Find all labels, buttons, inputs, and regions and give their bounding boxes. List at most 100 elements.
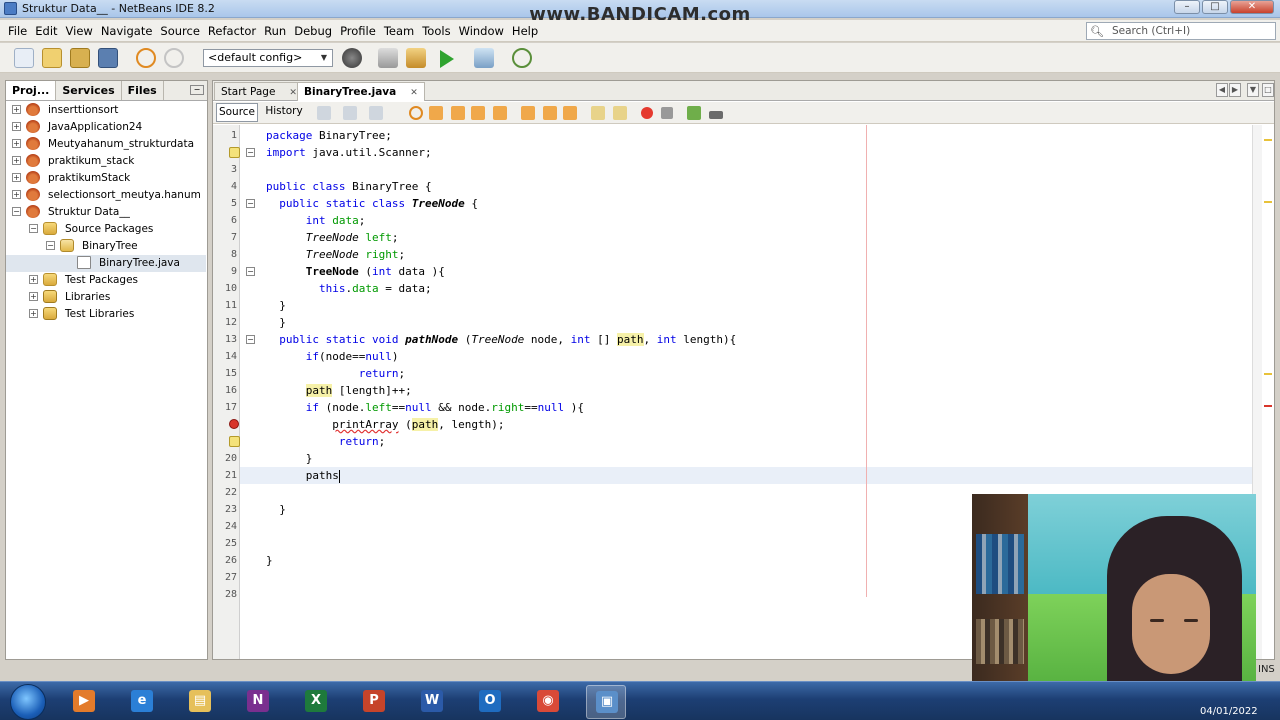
code-line[interactable]: if (node.left==null && node.right==null … (266, 399, 584, 416)
menu-edit[interactable]: Edit (31, 24, 61, 38)
tab-services[interactable]: Services (56, 81, 122, 100)
next-bookmark-icon[interactable] (543, 106, 557, 120)
tree-item[interactable]: + Libraries (6, 289, 206, 306)
tab-start-page[interactable]: Start Page ✕ (214, 82, 304, 101)
find-previous-icon[interactable] (429, 106, 443, 120)
tree-item[interactable]: + Meutyahanum_strukturdata (6, 136, 206, 153)
shift-right-icon[interactable] (613, 106, 627, 120)
tree-item[interactable]: − Source Packages (6, 221, 206, 238)
fold-icon[interactable]: − (246, 267, 255, 276)
tree-item[interactable]: − BinaryTree (6, 238, 206, 255)
back-icon[interactable] (343, 106, 357, 120)
expand-icon[interactable]: + (29, 292, 38, 301)
scroll-tabs-right-icon[interactable]: ▶ (1229, 83, 1241, 97)
taskbar-app[interactable]: ◉ (528, 685, 568, 719)
code-line[interactable]: if(node==null) (266, 348, 399, 365)
fold-icon[interactable]: − (246, 148, 255, 157)
maximize-editor-icon[interactable]: □ (1262, 83, 1274, 97)
menu-window[interactable]: Window (455, 24, 508, 38)
minimize-panel-icon[interactable]: − (190, 85, 204, 95)
tree-item[interactable]: BinaryTree.java (6, 255, 206, 272)
code-line[interactable]: path [length]++; (266, 382, 412, 399)
code-line[interactable]: int data; (266, 212, 366, 229)
new-file-icon[interactable] (14, 48, 34, 68)
tree-item[interactable]: + selectionsort_meutya.hanum (6, 187, 206, 204)
source-view-button[interactable]: Source (216, 103, 258, 122)
toggle-bookmark-icon[interactable] (563, 106, 577, 120)
menu-profile[interactable]: Profile (336, 24, 380, 38)
warning-stripe-mark[interactable] (1264, 373, 1272, 375)
warning-stripe-mark[interactable] (1264, 201, 1272, 203)
tree-item[interactable]: + Test Packages (6, 272, 206, 289)
taskbar-app[interactable]: N (238, 685, 278, 719)
redo-icon[interactable] (164, 48, 184, 68)
taskbar-app[interactable]: ▶ (64, 685, 104, 719)
stop-macro-icon[interactable] (661, 107, 673, 119)
tab-binarytree-java[interactable]: BinaryTree.java ✕ (297, 82, 425, 101)
code-line[interactable]: TreeNode (int data ){ (266, 263, 445, 280)
debug-icon[interactable] (474, 48, 494, 68)
code-line[interactable]: } (266, 450, 313, 467)
collapse-icon[interactable]: − (46, 241, 55, 250)
code-line[interactable]: paths (266, 467, 340, 484)
open-project-icon[interactable] (70, 48, 90, 68)
toggle-highlight-icon[interactable] (493, 106, 507, 120)
taskbar-app[interactable]: O (470, 685, 510, 719)
collapse-icon[interactable]: − (29, 224, 38, 233)
code-line[interactable]: import java.util.Scanner; (266, 144, 432, 161)
last-edit-icon[interactable] (317, 106, 331, 120)
previous-bookmark-icon[interactable] (521, 106, 535, 120)
find-icon[interactable] (409, 106, 423, 120)
menu-file[interactable]: File (4, 24, 31, 38)
tree-item[interactable]: − Struktur Data__ (6, 204, 206, 221)
start-button[interactable] (10, 684, 46, 720)
menu-view[interactable]: View (62, 24, 97, 38)
taskbar-app[interactable]: W (412, 685, 452, 719)
expand-icon[interactable]: + (12, 173, 21, 182)
target-icon[interactable] (342, 48, 362, 68)
expand-icon[interactable]: + (12, 122, 21, 131)
clean-build-icon[interactable] (406, 48, 426, 68)
menu-tools[interactable]: Tools (418, 24, 454, 38)
undo-icon[interactable] (136, 48, 156, 68)
menu-refactor[interactable]: Refactor (204, 24, 260, 38)
expand-icon[interactable]: + (12, 139, 21, 148)
tree-item[interactable]: + praktikum_stack (6, 153, 206, 170)
warning-stripe-mark[interactable] (1264, 139, 1272, 141)
find-next-icon[interactable] (451, 106, 465, 120)
taskbar-app[interactable]: P (354, 685, 394, 719)
expand-icon[interactable]: + (12, 156, 21, 165)
config-dropdown[interactable]: <default config> ▼ (203, 49, 333, 67)
hint-bulb-icon[interactable] (229, 147, 240, 158)
tree-item[interactable]: + Test Libraries (6, 306, 206, 323)
fold-icon[interactable]: − (246, 335, 255, 344)
save-all-icon[interactable] (98, 48, 118, 68)
expand-icon[interactable]: + (29, 275, 38, 284)
code-line[interactable]: TreeNode right; (266, 246, 405, 263)
code-line[interactable]: this.data = data; (266, 280, 432, 297)
run-icon[interactable] (440, 50, 454, 68)
fold-icon[interactable]: − (246, 199, 255, 208)
code-line[interactable]: } (266, 297, 286, 314)
search-box[interactable]: 🔍︎ Search (Ctrl+I) (1086, 22, 1276, 40)
taskbar-app[interactable]: X (296, 685, 336, 719)
menu-debug[interactable]: Debug (290, 24, 336, 38)
new-project-icon[interactable] (42, 48, 62, 68)
code-line[interactable]: public class BinaryTree { (266, 178, 432, 195)
expand-icon[interactable]: + (29, 309, 38, 318)
collapse-icon[interactable]: − (12, 207, 21, 216)
taskbar-app[interactable]: ▤ (180, 685, 220, 719)
tab-files[interactable]: Files (122, 81, 164, 100)
code-line[interactable]: } (266, 314, 286, 331)
tab-projects[interactable]: Proj... (6, 81, 57, 100)
tree-item[interactable]: + inserttionsort (6, 102, 206, 119)
comment-icon[interactable] (687, 106, 701, 120)
taskbar-app[interactable]: e (122, 685, 162, 719)
close-tab-icon[interactable]: ✕ (289, 88, 297, 98)
show-opened-documents-icon[interactable]: ▼ (1247, 83, 1259, 97)
tree-item[interactable]: + praktikumStack (6, 170, 206, 187)
hint-bulb-icon[interactable] (229, 436, 240, 447)
code-line[interactable]: public static void pathNode (TreeNode no… (266, 331, 736, 348)
menu-help[interactable]: Help (508, 24, 542, 38)
profile-icon[interactable] (512, 48, 532, 68)
